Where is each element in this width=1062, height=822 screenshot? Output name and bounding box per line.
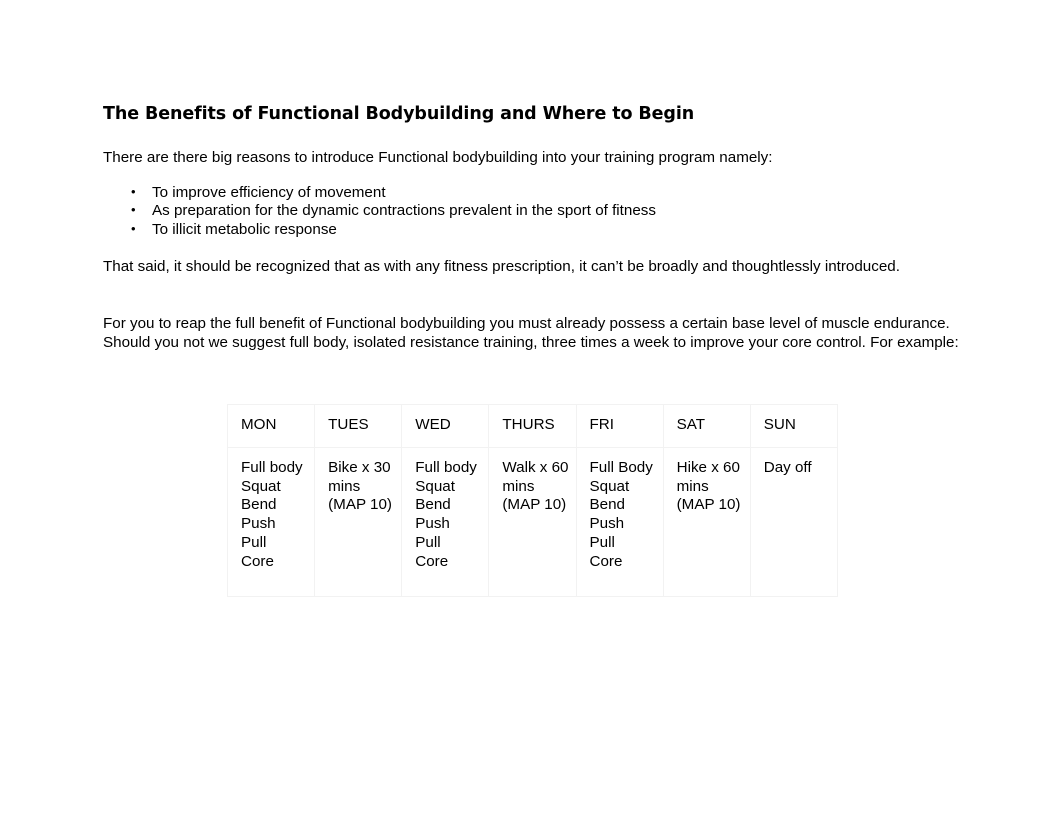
cell-line: Pull <box>415 533 441 551</box>
cell-tues: Bike x 30 mins (MAP 10) <box>314 447 403 597</box>
column-header-tues: TUES <box>314 404 403 448</box>
list-item: To illicit metabolic response <box>103 220 959 240</box>
cell-line: Squat <box>415 477 455 495</box>
cell-line: Pull <box>589 533 615 551</box>
cell-lines-sun: Day off <box>764 459 833 478</box>
cell-line: mins <box>502 477 535 495</box>
cell-line: Core <box>589 552 623 570</box>
cell-line: Full Body <box>589 459 653 476</box>
page-title: The Benefits of Functional Bodybuilding … <box>103 104 695 124</box>
cell-line: (MAP 10) <box>502 496 567 514</box>
column-header-sat: SAT <box>662 404 751 448</box>
cell-line: Core <box>241 552 274 570</box>
cell-line: Full body <box>415 459 477 476</box>
list-item: To improve efficiency of movement <box>103 183 959 203</box>
cell-line: Push <box>241 515 276 533</box>
cell-line: Bend <box>589 496 625 514</box>
column-header-thurs: THURS <box>488 404 577 448</box>
cell-line: Bike x 30 <box>328 459 391 476</box>
cell-sat: Hike x 60 mins (MAP 10) <box>662 447 751 597</box>
guidance-paragraph: For you to reap the full benefit of Func… <box>103 314 959 351</box>
table-row: Full body Squat Bend Push Pull Core Bike x 30… <box>226 447 838 597</box>
cell-line: Bend <box>241 496 277 514</box>
cell-lines-sat: Hike x 60 mins (MAP 10) <box>677 459 746 515</box>
caveat-paragraph: That said, it should be recognized that … <box>103 258 900 276</box>
cell-line: Walk x 60 <box>502 459 569 476</box>
cell-lines-tues: Bike x 30 mins (MAP 10) <box>328 459 397 515</box>
cell-lines-mon: Full body Squat Bend Push Pull Core <box>241 459 310 571</box>
document-body: The Benefits of Functional Bodybuilding … <box>103 103 959 352</box>
cell-line: (MAP 10) <box>676 496 741 514</box>
cell-lines-wed: Full body Squat Bend Push Pull Core <box>415 459 484 571</box>
cell-lines-fri: Full Body Squat Bend Push Pull Core <box>590 459 659 571</box>
cell-thurs: Walk x 60 mins (MAP 10) <box>488 447 577 597</box>
cell-line: Pull <box>241 533 267 551</box>
column-header-fri: FRI <box>575 404 664 448</box>
cell-lines-thurs: Walk x 60 mins (MAP 10) <box>502 459 571 515</box>
cell-line: (MAP 10) <box>328 496 392 514</box>
cell-fri: Full Body Squat Bend Push Pull Core <box>575 447 664 597</box>
column-header-mon: MON <box>226 404 316 448</box>
column-header-wed: WED <box>401 404 490 448</box>
cell-line: mins <box>328 477 361 495</box>
cell-line: Squat <box>589 477 630 495</box>
cell-line: Push <box>589 515 625 533</box>
weekly-schedule-table: MON TUES WED THURS FRI SAT SUN Full body… <box>226 404 838 597</box>
cell-line: Hike x 60 <box>676 459 740 476</box>
document-page: The Benefits of Functional Bodybuilding … <box>0 0 1062 822</box>
cell-line: Push <box>415 515 450 533</box>
list-item: As preparation for the dynamic contracti… <box>103 201 959 221</box>
intro-paragraph: There are there big reasons to introduce… <box>103 149 773 166</box>
cell-line: Core <box>415 552 449 570</box>
cell-line: Squat <box>241 477 281 495</box>
cell-line: Bend <box>415 496 451 514</box>
cell-line: Day off <box>763 459 812 476</box>
benefits-bullet-list: To improve efficiency of movement As pre… <box>103 183 959 240</box>
column-header-sun: SUN <box>749 404 838 448</box>
cell-line: mins <box>676 477 709 495</box>
cell-sun: Day off <box>749 447 838 597</box>
cell-mon: Full body Squat Bend Push Pull Core <box>226 447 316 597</box>
cell-line: Full body <box>241 459 303 476</box>
table-header-row: MON TUES WED THURS FRI SAT SUN <box>226 404 838 448</box>
cell-wed: Full body Squat Bend Push Pull Core <box>401 447 490 597</box>
weekly-schedule-table-wrapper: MON TUES WED THURS FRI SAT SUN Full body… <box>226 404 838 597</box>
